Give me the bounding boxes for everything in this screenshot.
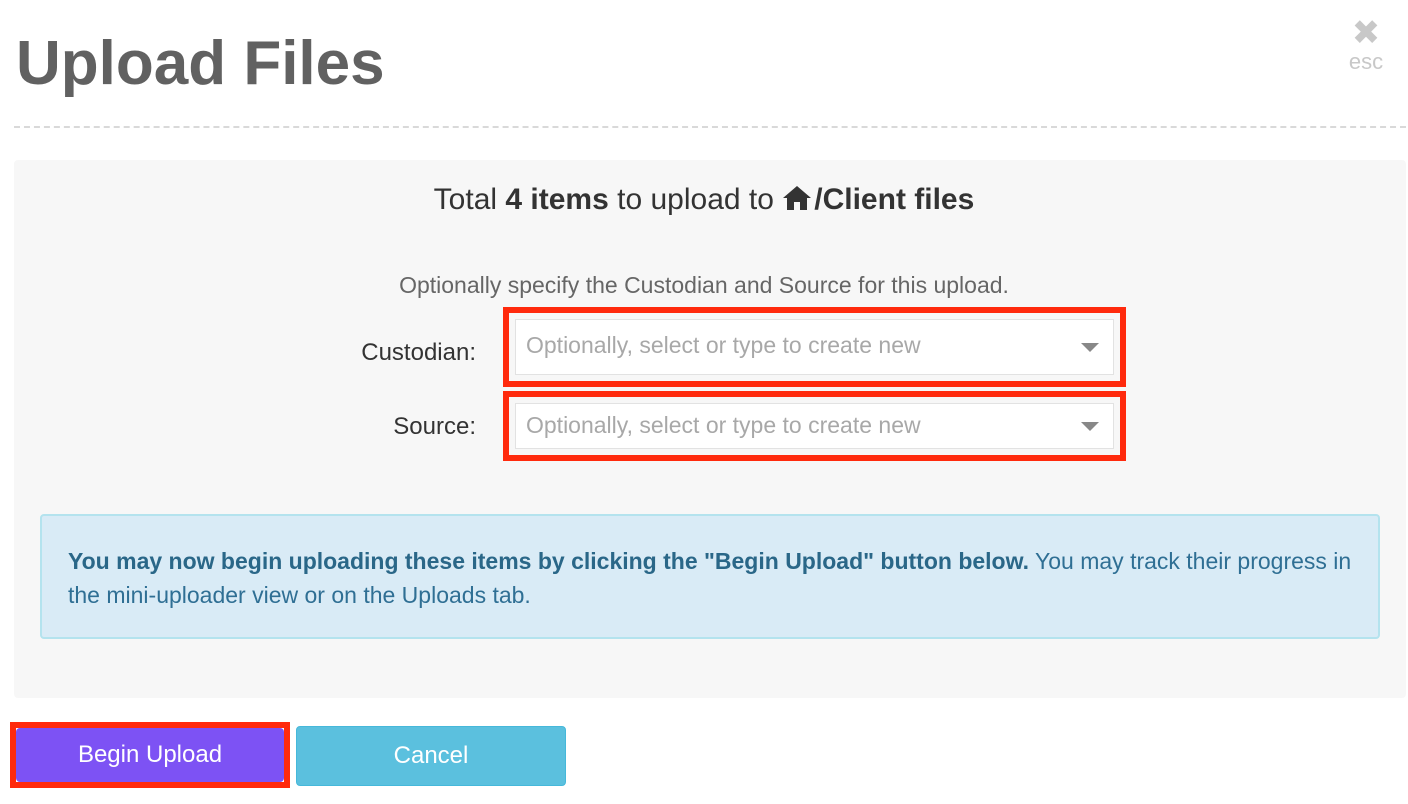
info-alert: You may now begin uploading these items …: [40, 514, 1380, 639]
custodian-label: Custodian:: [361, 339, 476, 366]
item-count: 4 items: [505, 183, 609, 216]
source-placeholder: Optionally, select or type to create new: [526, 412, 921, 438]
info-bold-text: You may now begin uploading these items …: [68, 548, 1030, 574]
close-icon: ✖: [1351, 14, 1381, 52]
esc-label: esc: [1348, 49, 1384, 74]
source-highlight: Optionally, select or type to create new: [503, 391, 1126, 461]
begin-upload-button[interactable]: Begin Upload: [16, 728, 284, 782]
custodian-placeholder: Optionally, select or type to create new: [526, 332, 921, 358]
metadata-hint: Optionally specify the Custodian and Sou…: [399, 272, 1009, 298]
chevron-down-icon: [1081, 343, 1099, 352]
header-divider: [14, 126, 1406, 128]
page-title: Upload Files: [16, 29, 385, 98]
destination-label: /Client files: [814, 183, 975, 216]
source-label: Source:: [393, 413, 476, 440]
home-icon: [782, 182, 812, 222]
custodian-select[interactable]: Optionally, select or type to create new: [515, 319, 1114, 375]
summary-middle: to upload to: [617, 183, 774, 216]
cancel-button[interactable]: Cancel: [296, 726, 566, 786]
upload-files-dialog: Upload Files ✖ esc Total 4 items to uplo…: [0, 0, 1408, 804]
upload-summary: Total 4 items to upload to /Client files: [0, 180, 1408, 222]
summary-prefix: Total: [433, 183, 498, 216]
destination-path: /Client files: [782, 183, 974, 216]
custodian-highlight: Optionally, select or type to create new: [503, 307, 1126, 387]
chevron-down-icon: [1081, 422, 1099, 431]
source-select[interactable]: Optionally, select or type to create new: [515, 403, 1114, 449]
close-button[interactable]: ✖ esc: [1344, 16, 1388, 74]
